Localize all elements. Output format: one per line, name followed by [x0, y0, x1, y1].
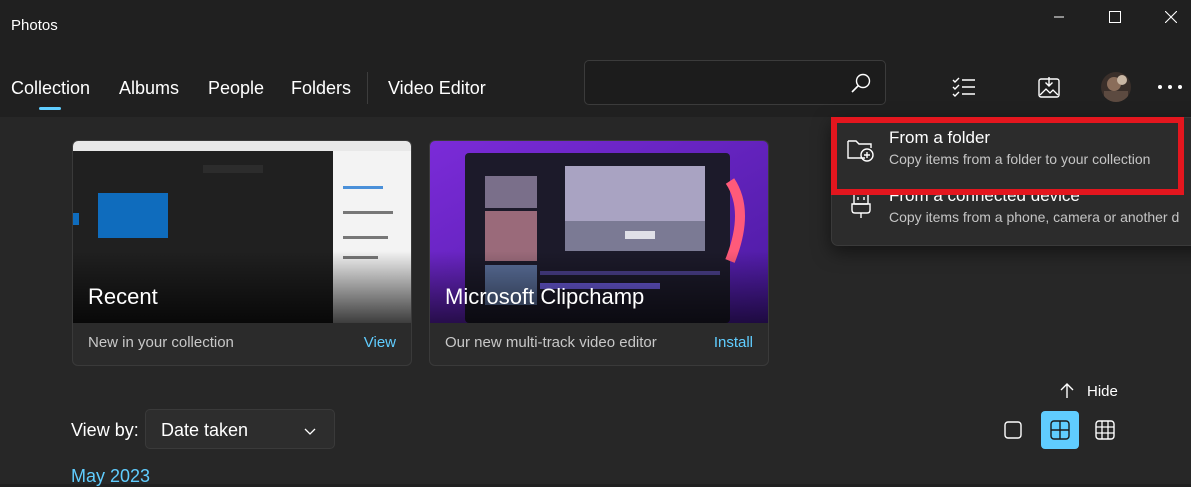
avatar [1101, 72, 1131, 102]
hide-label: Hide [1087, 383, 1118, 400]
maximize-button[interactable] [1087, 0, 1143, 34]
close-icon [1165, 11, 1177, 23]
grid-small-icon [1095, 420, 1115, 440]
nav-divider [367, 72, 368, 104]
card-title: Recent [88, 284, 158, 309]
clipchamp-card[interactable]: Microsoft Clipchamp Our new multi-track … [429, 140, 769, 366]
view-by-value: Date taken [161, 420, 249, 440]
chevron-down-icon [304, 423, 316, 441]
close-button[interactable] [1143, 0, 1191, 34]
search-input[interactable] [584, 60, 886, 105]
single-square-icon [1004, 421, 1022, 439]
view-link[interactable]: View [364, 334, 396, 351]
view-by-label: View by: [71, 420, 139, 440]
layout-small-button[interactable] [1086, 411, 1124, 449]
card-description: Our new multi-track video editor [445, 334, 657, 351]
search-icon[interactable] [851, 73, 871, 98]
hide-button[interactable]: Hide [1055, 378, 1127, 406]
grid-medium-icon [1050, 420, 1070, 440]
account-avatar[interactable] [1096, 67, 1136, 107]
more-options-button[interactable] [1150, 67, 1190, 107]
minimize-button[interactable] [1031, 0, 1087, 34]
layout-single-button[interactable] [994, 411, 1032, 449]
card-title: Microsoft Clipchamp [445, 284, 645, 309]
select-button[interactable] [944, 67, 984, 107]
highlight-box [831, 117, 1184, 195]
usb-plug-icon [851, 193, 871, 224]
import-button[interactable] [1029, 67, 1069, 107]
view-by-dropdown[interactable]: Date taken [145, 409, 335, 449]
title-bar: Photos [0, 0, 1191, 55]
tab-video-editor[interactable]: Video Editor [388, 78, 486, 99]
recent-card[interactable]: Recent New in your collection View [72, 140, 412, 366]
app-title: Photos [11, 17, 58, 34]
maximize-icon [1109, 11, 1121, 23]
active-tab-indicator [39, 107, 61, 110]
import-photo-icon [1038, 77, 1060, 98]
tab-folders[interactable]: Folders [291, 78, 351, 99]
tab-people[interactable]: People [208, 78, 264, 99]
layout-medium-button[interactable] [1041, 411, 1079, 449]
tab-collection[interactable]: Collection [11, 78, 90, 99]
arrow-up-icon [1059, 383, 1075, 404]
checklist-icon [952, 77, 975, 97]
menu-item-subtitle: Copy items from a phone, camera or anoth… [889, 209, 1180, 225]
tab-albums[interactable]: Albums [119, 78, 179, 99]
card-description: New in your collection [88, 334, 234, 351]
more-icon [1158, 85, 1182, 89]
install-link[interactable]: Install [714, 334, 753, 351]
minimize-icon [1054, 16, 1064, 18]
